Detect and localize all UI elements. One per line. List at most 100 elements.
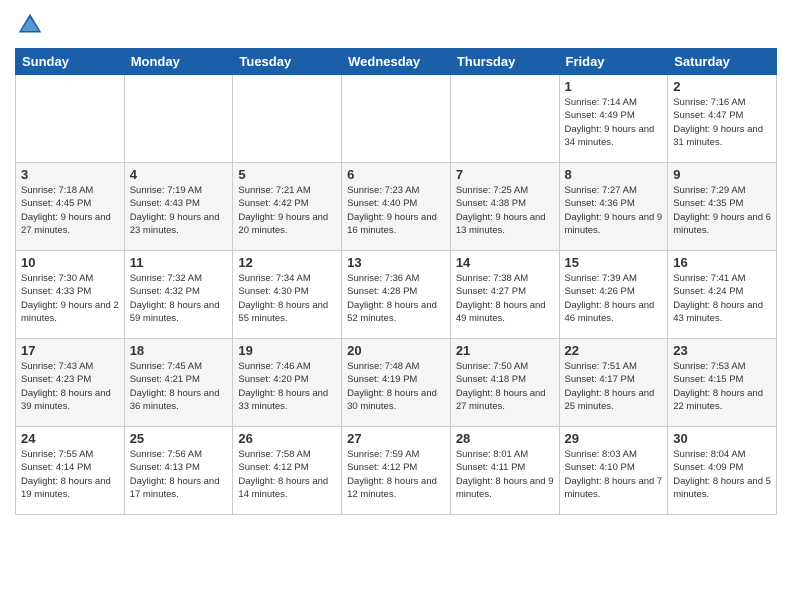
header bbox=[15, 10, 777, 40]
day-info: Sunrise: 7:16 AM Sunset: 4:47 PM Dayligh… bbox=[673, 96, 771, 149]
calendar-cell: 5 Sunrise: 7:21 AM Sunset: 4:42 PM Daylig… bbox=[233, 163, 342, 251]
day-number: 5 bbox=[238, 167, 336, 182]
calendar-cell bbox=[233, 75, 342, 163]
logo-icon bbox=[15, 10, 45, 40]
day-number: 17 bbox=[21, 343, 119, 358]
weekday-saturday: Saturday bbox=[668, 49, 777, 75]
day-info: Sunrise: 7:45 AM Sunset: 4:21 PM Dayligh… bbox=[130, 360, 228, 413]
calendar-cell: 22 Sunrise: 7:51 AM Sunset: 4:17 PM Dayli… bbox=[559, 339, 668, 427]
day-info: Sunrise: 7:21 AM Sunset: 4:42 PM Dayligh… bbox=[238, 184, 336, 237]
calendar-cell: 24 Sunrise: 7:55 AM Sunset: 4:14 PM Dayli… bbox=[16, 427, 125, 515]
day-number: 19 bbox=[238, 343, 336, 358]
day-number: 6 bbox=[347, 167, 445, 182]
day-info: Sunrise: 7:25 AM Sunset: 4:38 PM Dayligh… bbox=[456, 184, 554, 237]
day-number: 1 bbox=[565, 79, 663, 94]
day-info: Sunrise: 7:38 AM Sunset: 4:27 PM Dayligh… bbox=[456, 272, 554, 325]
calendar-cell: 25 Sunrise: 7:56 AM Sunset: 4:13 PM Dayli… bbox=[124, 427, 233, 515]
calendar-cell: 3Sunrise: 7:18 AM Sunset: 4:45 PM Daylig… bbox=[16, 163, 125, 251]
day-number: 14 bbox=[456, 255, 554, 270]
day-number: 29 bbox=[565, 431, 663, 446]
weekday-tuesday: Tuesday bbox=[233, 49, 342, 75]
weekday-friday: Friday bbox=[559, 49, 668, 75]
day-number: 10 bbox=[21, 255, 119, 270]
day-info: Sunrise: 8:03 AM Sunset: 4:10 PM Dayligh… bbox=[565, 448, 663, 501]
calendar-cell: 7 Sunrise: 7:25 AM Sunset: 4:38 PM Daylig… bbox=[450, 163, 559, 251]
calendar-cell bbox=[124, 75, 233, 163]
calendar-cell: 1 Sunrise: 7:14 AM Sunset: 4:49 PM Daylig… bbox=[559, 75, 668, 163]
calendar-cell bbox=[16, 75, 125, 163]
day-info: Sunrise: 7:43 AM Sunset: 4:23 PM Dayligh… bbox=[21, 360, 119, 413]
calendar-cell bbox=[450, 75, 559, 163]
calendar-cell: 21 Sunrise: 7:50 AM Sunset: 4:18 PM Dayli… bbox=[450, 339, 559, 427]
day-number: 24 bbox=[21, 431, 119, 446]
calendar-cell: 18 Sunrise: 7:45 AM Sunset: 4:21 PM Dayli… bbox=[124, 339, 233, 427]
day-info: Sunrise: 7:51 AM Sunset: 4:17 PM Dayligh… bbox=[565, 360, 663, 413]
day-number: 27 bbox=[347, 431, 445, 446]
logo bbox=[15, 10, 49, 40]
day-info: Sunrise: 7:27 AM Sunset: 4:36 PM Dayligh… bbox=[565, 184, 663, 237]
day-info: Sunrise: 7:29 AM Sunset: 4:35 PM Dayligh… bbox=[673, 184, 771, 237]
calendar-cell: 12Sunrise: 7:34 AM Sunset: 4:30 PM Dayli… bbox=[233, 251, 342, 339]
calendar-cell: 27Sunrise: 7:59 AM Sunset: 4:12 PM Dayli… bbox=[342, 427, 451, 515]
calendar-cell: 14 Sunrise: 7:38 AM Sunset: 4:27 PM Dayli… bbox=[450, 251, 559, 339]
day-info: Sunrise: 7:32 AM Sunset: 4:32 PM Dayligh… bbox=[130, 272, 228, 325]
day-info: Sunrise: 7:53 AM Sunset: 4:15 PM Dayligh… bbox=[673, 360, 771, 413]
calendar-cell: 16 Sunrise: 7:41 AM Sunset: 4:24 PM Dayli… bbox=[668, 251, 777, 339]
calendar-cell: 20 Sunrise: 7:48 AM Sunset: 4:19 PM Dayli… bbox=[342, 339, 451, 427]
day-number: 21 bbox=[456, 343, 554, 358]
day-number: 23 bbox=[673, 343, 771, 358]
calendar-cell: 17 Sunrise: 7:43 AM Sunset: 4:23 PM Dayli… bbox=[16, 339, 125, 427]
calendar-cell: 28 Sunrise: 8:01 AM Sunset: 4:11 PM Dayli… bbox=[450, 427, 559, 515]
calendar-cell: 9Sunrise: 7:29 AM Sunset: 4:35 PM Daylig… bbox=[668, 163, 777, 251]
day-number: 3 bbox=[21, 167, 119, 182]
week-row-0: 1 Sunrise: 7:14 AM Sunset: 4:49 PM Daylig… bbox=[16, 75, 777, 163]
day-info: Sunrise: 7:48 AM Sunset: 4:19 PM Dayligh… bbox=[347, 360, 445, 413]
page: SundayMondayTuesdayWednesdayThursdayFrid… bbox=[0, 0, 792, 612]
calendar-cell: 13Sunrise: 7:36 AM Sunset: 4:28 PM Dayli… bbox=[342, 251, 451, 339]
week-row-2: 10 Sunrise: 7:30 AM Sunset: 4:33 PM Dayli… bbox=[16, 251, 777, 339]
weekday-wednesday: Wednesday bbox=[342, 49, 451, 75]
day-number: 7 bbox=[456, 167, 554, 182]
day-info: Sunrise: 7:41 AM Sunset: 4:24 PM Dayligh… bbox=[673, 272, 771, 325]
day-info: Sunrise: 8:04 AM Sunset: 4:09 PM Dayligh… bbox=[673, 448, 771, 501]
day-info: Sunrise: 7:58 AM Sunset: 4:12 PM Dayligh… bbox=[238, 448, 336, 501]
day-info: Sunrise: 8:01 AM Sunset: 4:11 PM Dayligh… bbox=[456, 448, 554, 501]
calendar-cell: 10 Sunrise: 7:30 AM Sunset: 4:33 PM Dayli… bbox=[16, 251, 125, 339]
calendar-cell: 6 Sunrise: 7:23 AM Sunset: 4:40 PM Daylig… bbox=[342, 163, 451, 251]
day-number: 11 bbox=[130, 255, 228, 270]
day-info: Sunrise: 7:56 AM Sunset: 4:13 PM Dayligh… bbox=[130, 448, 228, 501]
day-number: 26 bbox=[238, 431, 336, 446]
day-number: 18 bbox=[130, 343, 228, 358]
day-number: 4 bbox=[130, 167, 228, 182]
weekday-thursday: Thursday bbox=[450, 49, 559, 75]
week-row-1: 3Sunrise: 7:18 AM Sunset: 4:45 PM Daylig… bbox=[16, 163, 777, 251]
day-number: 22 bbox=[565, 343, 663, 358]
day-info: Sunrise: 7:55 AM Sunset: 4:14 PM Dayligh… bbox=[21, 448, 119, 501]
weekday-sunday: Sunday bbox=[16, 49, 125, 75]
calendar: SundayMondayTuesdayWednesdayThursdayFrid… bbox=[15, 48, 777, 515]
day-number: 20 bbox=[347, 343, 445, 358]
day-number: 16 bbox=[673, 255, 771, 270]
day-number: 2 bbox=[673, 79, 771, 94]
day-number: 15 bbox=[565, 255, 663, 270]
weekday-header-row: SundayMondayTuesdayWednesdayThursdayFrid… bbox=[16, 49, 777, 75]
day-number: 28 bbox=[456, 431, 554, 446]
calendar-cell bbox=[342, 75, 451, 163]
day-number: 30 bbox=[673, 431, 771, 446]
day-info: Sunrise: 7:36 AM Sunset: 4:28 PM Dayligh… bbox=[347, 272, 445, 325]
day-number: 25 bbox=[130, 431, 228, 446]
day-info: Sunrise: 7:46 AM Sunset: 4:20 PM Dayligh… bbox=[238, 360, 336, 413]
calendar-cell: 8Sunrise: 7:27 AM Sunset: 4:36 PM Daylig… bbox=[559, 163, 668, 251]
calendar-cell: 29 Sunrise: 8:03 AM Sunset: 4:10 PM Dayli… bbox=[559, 427, 668, 515]
day-info: Sunrise: 7:30 AM Sunset: 4:33 PM Dayligh… bbox=[21, 272, 119, 325]
day-info: Sunrise: 7:39 AM Sunset: 4:26 PM Dayligh… bbox=[565, 272, 663, 325]
day-info: Sunrise: 7:14 AM Sunset: 4:49 PM Dayligh… bbox=[565, 96, 663, 149]
calendar-cell: 11 Sunrise: 7:32 AM Sunset: 4:32 PM Dayli… bbox=[124, 251, 233, 339]
calendar-cell: 2 Sunrise: 7:16 AM Sunset: 4:47 PM Daylig… bbox=[668, 75, 777, 163]
day-number: 12 bbox=[238, 255, 336, 270]
calendar-cell: 4Sunrise: 7:19 AM Sunset: 4:43 PM Daylig… bbox=[124, 163, 233, 251]
calendar-cell: 26 Sunrise: 7:58 AM Sunset: 4:12 PM Dayli… bbox=[233, 427, 342, 515]
day-info: Sunrise: 7:50 AM Sunset: 4:18 PM Dayligh… bbox=[456, 360, 554, 413]
weekday-monday: Monday bbox=[124, 49, 233, 75]
day-info: Sunrise: 7:23 AM Sunset: 4:40 PM Dayligh… bbox=[347, 184, 445, 237]
